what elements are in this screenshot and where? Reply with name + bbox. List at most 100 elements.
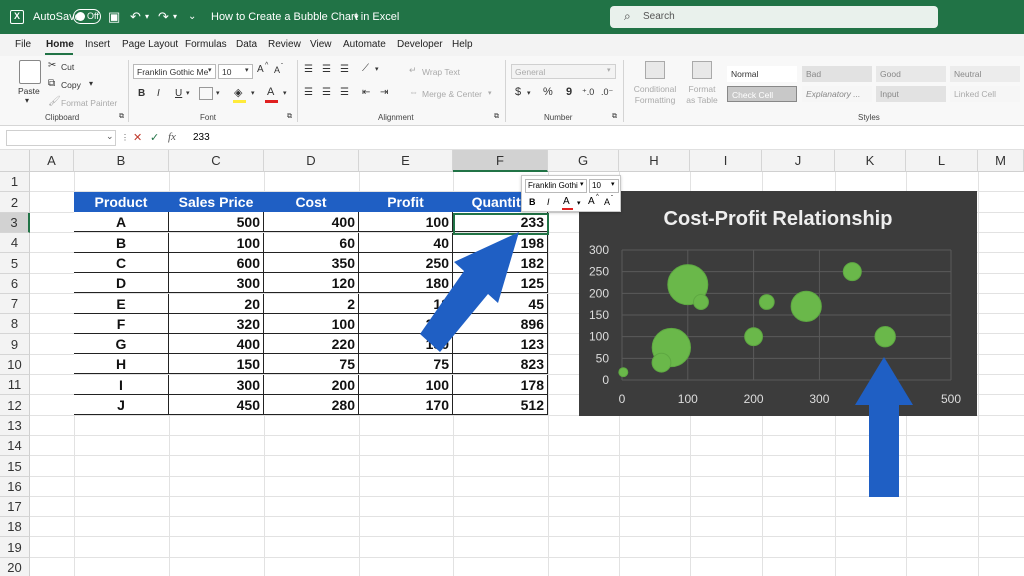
cell-quantity[interactable]: 45 [453,294,548,314]
mini-italic-button[interactable]: I [547,197,550,207]
cell-quantity[interactable]: 178 [453,375,548,395]
tab-formulas[interactable]: Formulas [185,39,227,50]
cell-product[interactable]: J [74,395,169,415]
row-header-19[interactable]: 19 [0,537,30,558]
align-right-icon[interactable]: ☰ [340,87,349,98]
cell-profit[interactable]: 40 [359,233,453,253]
cell-product[interactable]: D [74,273,169,293]
cell-quantity[interactable]: 182 [453,253,548,273]
font-launcher-icon[interactable]: ⧉ [287,113,292,121]
column-header-f[interactable]: F [453,150,548,172]
style-good[interactable]: Good [876,66,946,82]
cell-profit[interactable]: 220 [359,314,453,334]
align-left-icon[interactable]: ☰ [304,87,313,98]
cell-cost[interactable]: 280 [264,395,359,415]
column-header-h[interactable]: H [619,150,690,172]
mini-shrink-font-button[interactable]: A [604,197,610,207]
cut-button[interactable]: Cut [61,62,74,72]
mini-font-color-dropdown-icon[interactable]: ▾ [577,199,581,207]
tab-help[interactable]: Help [452,39,473,50]
cell-sales-price[interactable]: 20 [169,294,264,314]
name-box[interactable] [6,130,116,146]
currency-dropdown-icon[interactable]: ▾ [527,89,531,97]
underline-dropdown-icon[interactable]: ▾ [186,89,190,97]
tab-view[interactable]: View [310,39,332,50]
middle-align-icon[interactable]: ☰ [322,64,331,75]
document-title[interactable]: How to Create a Bubble Chart in Excel [211,11,399,23]
tab-page-layout[interactable]: Page Layout [122,39,178,50]
top-align-icon[interactable]: ☰ [304,64,313,75]
cell-quantity[interactable]: 823 [453,354,548,374]
row-header-18[interactable]: 18 [0,517,30,537]
borders-dropdown-icon[interactable]: ▾ [216,89,220,97]
number-format-select[interactable]: General [511,64,616,79]
tab-home[interactable]: Home [46,39,74,50]
cell-sales-price[interactable]: 320 [169,314,264,334]
column-header-b[interactable]: B [74,150,169,172]
font-color-button[interactable]: A [267,86,274,98]
orientation-icon[interactable]: ⟋ [362,63,369,74]
decrease-indent-icon[interactable]: ⇤ [362,87,370,98]
cell-profit[interactable]: 75 [359,354,453,374]
merge-center-button[interactable]: Merge & Center [422,89,482,99]
row-header-13[interactable]: 13 [0,416,30,436]
bottom-align-icon[interactable]: ☰ [340,64,349,75]
paste-icon[interactable] [19,60,41,84]
column-header-a[interactable]: A [30,150,74,172]
title-chevron-down-icon[interactable]: ▾ [354,10,359,25]
redo-dropdown-icon[interactable]: ▾ [173,9,177,24]
cell-profit[interactable]: 180 [359,334,453,354]
shrink-font-button[interactable]: A [274,65,280,75]
select-all-corner[interactable] [0,150,30,172]
cell-product[interactable]: H [74,354,169,374]
column-header-i[interactable]: I [690,150,762,172]
chart-bubble[interactable] [692,294,709,310]
cell-cost[interactable]: 200 [264,375,359,395]
cell-cost[interactable]: 400 [264,212,359,232]
chart-bubble[interactable] [744,327,764,347]
cell-sales-price[interactable]: 150 [169,354,264,374]
style-linked-cell[interactable]: Linked Cell [950,86,1020,102]
row-header-10[interactable]: 10 [0,355,30,375]
save-icon[interactable]: ▣ [108,9,120,24]
decrease-decimal-icon[interactable]: .0⁻ [601,87,613,98]
comma-style-button[interactable]: 9 [566,86,572,98]
undo-dropdown-icon[interactable]: ▾ [145,9,149,24]
clipboard-launcher-icon[interactable]: ⧉ [119,113,124,121]
cell-cost[interactable]: 75 [264,354,359,374]
paste-button[interactable]: Paste [18,86,40,96]
tab-developer[interactable]: Developer [397,39,443,50]
cell-cost[interactable]: 60 [264,233,359,253]
enter-icon[interactable]: ✓ [150,131,159,144]
copy-button[interactable]: Copy [61,80,81,90]
format-painter-icon[interactable]: 🖌 [48,96,61,107]
row-header-7[interactable]: 7 [0,294,30,314]
increase-indent-icon[interactable]: ⇥ [380,87,388,98]
style-normal[interactable]: Normal [727,66,797,82]
merge-dropdown-icon[interactable]: ▾ [488,89,492,97]
row-header-15[interactable]: 15 [0,456,30,477]
fill-color-icon[interactable]: ◈ [234,86,242,99]
mini-bold-button[interactable]: B [529,197,536,207]
orientation-dropdown-icon[interactable]: ▾ [375,65,379,73]
cell-product[interactable]: F [74,314,169,334]
tab-insert[interactable]: Insert [85,39,110,50]
chart-bubble[interactable] [618,367,629,378]
cell-sales-price[interactable]: 300 [169,273,264,293]
style-neutral[interactable]: Neutral [950,66,1020,82]
cell-profit[interactable]: 170 [359,395,453,415]
column-header-d[interactable]: D [264,150,359,172]
style-explanatory[interactable]: Explanatory ... [802,86,872,102]
cell-sales-price[interactable]: 400 [169,334,264,354]
column-header-e[interactable]: E [359,150,453,172]
bubble-chart[interactable]: Cost-Profit Relationship 0 50 100 150 200 250 3… [579,191,977,416]
chart-bubble[interactable] [842,262,862,282]
cell-sales-price[interactable]: 300 [169,375,264,395]
cell-profit[interactable]: 100 [359,375,453,395]
style-check-cell[interactable]: Check Cell [727,86,797,102]
font-family-select[interactable]: Franklin Gothic Me [133,64,216,79]
borders-icon[interactable] [199,87,213,100]
row-header-4[interactable]: 4 [0,233,30,253]
tab-file[interactable]: File [15,39,31,50]
chart-bubble[interactable] [874,325,896,348]
